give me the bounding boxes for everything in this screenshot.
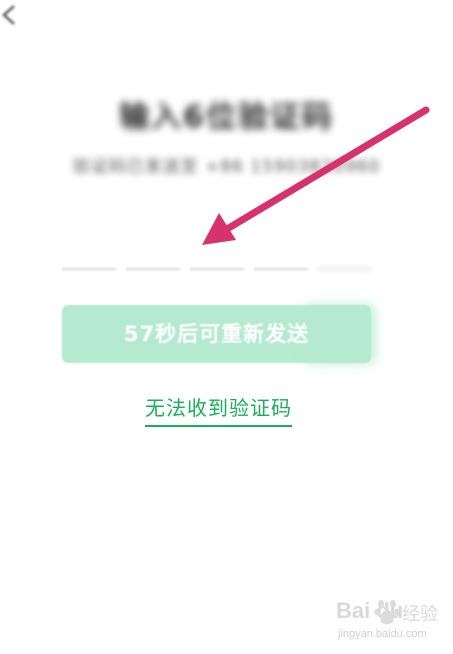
code-digit-box[interactable] bbox=[254, 230, 308, 270]
verification-code-inputs[interactable] bbox=[62, 230, 372, 270]
watermark-cn: 经验 bbox=[402, 604, 438, 625]
back-chevron-icon[interactable] bbox=[0, 4, 18, 26]
resend-code-button[interactable]: 57秒后可重新发送 bbox=[62, 305, 371, 363]
resend-countdown-label: 57秒后可重新发送 bbox=[123, 322, 310, 346]
baidu-jingyan-watermark: Bai du 经验 jingyan.baidu.com bbox=[330, 598, 448, 648]
code-digit-box[interactable] bbox=[126, 230, 180, 270]
code-digit-box[interactable] bbox=[318, 230, 372, 270]
page-subtitle: 验证码已发送至 +86 15903830960 bbox=[72, 157, 381, 177]
watermark-url: jingyan.baidu.com bbox=[338, 628, 427, 640]
baidu-paw-icon bbox=[374, 600, 400, 625]
code-digit-box[interactable] bbox=[190, 230, 244, 270]
code-digit-box[interactable] bbox=[62, 230, 116, 270]
page-title: 输入6位验证码 bbox=[119, 100, 334, 135]
cant-receive-code-link[interactable]: 无法收到验证码 bbox=[145, 392, 292, 427]
